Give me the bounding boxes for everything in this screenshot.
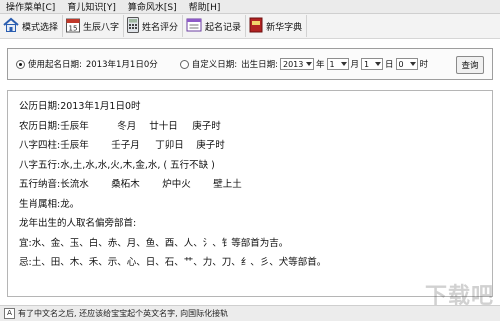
radical-heading: 龙年出生的人取名偏旁部首: (19, 218, 137, 229)
use-naming-date-radio[interactable] (16, 59, 25, 69)
custom-date-radio[interactable] (179, 59, 189, 69)
nayin-4: 壁上土 (213, 179, 242, 190)
good-radicals-value: 水、金、玉、白、赤、月、鱼、酉、人、氵、钅等部首为吉。 (31, 237, 289, 249)
hour-unit: 时 (419, 60, 429, 70)
hour-select-value: 0 (398, 59, 404, 69)
zodiac-row: 生肖属相:龙。 (19, 195, 492, 215)
menu-operation[interactable]: 操作菜单[C] (0, 0, 61, 13)
day-select-value: 1 (364, 59, 370, 69)
use-naming-date-value: 2013年1月1日0分 (85, 60, 158, 70)
name-record-label: 起名记录 (205, 22, 242, 33)
record-book-icon (186, 17, 205, 36)
menu-bar: 操作菜单[C] 育儿知识[Y] 算命风水[S] 帮助[H] (0, 0, 500, 14)
name-record-button[interactable]: 起名记录 (183, 15, 247, 37)
month-select[interactable]: 1 (326, 58, 349, 70)
lunar-month: 冬月 (117, 120, 137, 132)
hour-select[interactable]: 0 (395, 58, 418, 70)
calculator-icon (127, 16, 142, 36)
gregorian-date-row: 公历日期:2013年1月1日0时 (19, 97, 492, 117)
status-text: 有了中文名之后, 还应该给宝宝起个英文名字, 向国际化接轨 (18, 309, 229, 318)
nayin-1: 长流水 (60, 179, 89, 190)
status-bar: A 有了中文名之后, 还应该给宝宝起个英文名字, 向国际化接轨 (0, 305, 500, 321)
zodiac-value: 龙。 (60, 198, 80, 210)
bad-radicals-label: 忌: (19, 257, 32, 268)
gregorian-date-value: 2013年1月1日0时 (60, 101, 141, 112)
use-naming-date-option[interactable]: 使用起名日期: 2013年1月1日0分 (16, 58, 158, 70)
nayin-row: 五行纳音:长流水 桑柘木 炉中火 壁上土 (19, 175, 492, 195)
mode-select-button[interactable]: 模式选择 (0, 15, 64, 37)
day-unit: 日 (385, 60, 394, 70)
bazi-month: 壬子月 (111, 140, 140, 151)
toolbar: 模式选择 15 生辰八字 姓名评分 起名记录 新华字典 (0, 14, 500, 39)
chevron-down-icon (409, 62, 416, 66)
custom-date-label: 自定义日期: (191, 60, 238, 70)
good-radicals-label: 宜: (19, 237, 32, 249)
year-select[interactable]: 2013 (279, 58, 314, 70)
custom-date-option[interactable]: 自定义日期: (179, 58, 238, 70)
use-naming-date-label: 使用起名日期: (28, 60, 82, 70)
menu-fortune[interactable]: 算命风水[S] (122, 0, 183, 13)
home-icon (3, 17, 22, 36)
wuxing-row: 八字五行:水,土,水,水,火,木,金,水, ( 五行不缺 ) (19, 156, 492, 176)
chevron-down-icon (340, 62, 347, 66)
bazi-hour: 庚子时 (196, 140, 225, 151)
calendar-icon: 15 (66, 17, 83, 36)
query-button[interactable]: 查询 (456, 56, 484, 74)
zodiac-label: 生肖属相: (19, 198, 61, 210)
birth-date-label: 出生日期: (241, 60, 278, 70)
lunar-year: 壬辰年 (60, 120, 89, 132)
month-select-value: 1 (329, 59, 335, 69)
bazi-year: 壬辰年 (60, 140, 89, 151)
wuxing-value: 水,土,水,水,火,木,金,水, ( 五行不缺 ) (60, 159, 215, 171)
menu-parenting[interactable]: 育儿知识[Y] (61, 0, 122, 13)
birth-eight-chars-button[interactable]: 15 生辰八字 (63, 15, 125, 37)
dictionary-icon (249, 17, 266, 36)
calendar-icon-text: 15 (69, 24, 78, 32)
year-select-value: 2013 (282, 59, 304, 69)
name-score-button[interactable]: 姓名评分 (124, 15, 184, 37)
nayin-3: 炉中火 (162, 179, 191, 190)
year-unit: 年 (315, 60, 325, 70)
mode-select-label: 模式选择 (22, 22, 59, 33)
date-options-panel: 使用起名日期: 2013年1月1日0分 自定义日期: 出生日期: 2013 年 … (7, 48, 493, 80)
nayin-2: 桑柘木 (111, 179, 140, 190)
wuxing-label: 八字五行: (19, 159, 61, 171)
lunar-day: 廿十日 (149, 120, 178, 132)
chevron-down-icon (375, 62, 382, 66)
menu-help[interactable]: 帮助[H] (183, 0, 227, 13)
good-radicals-row: 宜:水、金、玉、白、赤、月、鱼、酉、人、氵、钅等部首为吉。 (19, 234, 492, 254)
bad-radicals-row: 忌:土、田、木、禾、示、心、日、石、艹、力、刀、纟、彡、犬等部首。 (19, 253, 492, 273)
bazi-day: 丁卯日 (155, 140, 184, 151)
tip-icon: A (4, 308, 15, 319)
bazi-label: 八字四柱: (19, 140, 61, 151)
bad-radicals-value: 土、田、木、禾、示、心、日、石、艹、力、刀、纟、彡、犬等部首。 (31, 257, 327, 268)
results-panel: 公历日期:2013年1月1日0时 农历日期:壬辰年 冬月 廿十日 庚子时 八字四柱:壬… (7, 90, 493, 297)
birth-label: 生辰八字 (83, 22, 120, 33)
gregorian-date-label: 公历日期: (19, 101, 61, 112)
dictionary-button[interactable]: 新华字典 (246, 15, 308, 37)
chevron-down-icon (306, 62, 313, 66)
nayin-label: 五行纳音: (19, 179, 61, 190)
lunar-date-row: 农历日期:壬辰年 冬月 廿十日 庚子时 (19, 117, 492, 137)
month-unit: 月 (350, 60, 360, 70)
bazi-row: 八字四柱:壬辰年 壬子月 丁卯日 庚子时 (19, 136, 492, 156)
day-select[interactable]: 1 (361, 58, 384, 70)
lunar-date-label: 农历日期: (19, 120, 61, 132)
dictionary-label: 新华字典 (266, 22, 303, 33)
lunar-hour: 庚子时 (192, 120, 221, 132)
name-score-label: 姓名评分 (142, 22, 179, 33)
